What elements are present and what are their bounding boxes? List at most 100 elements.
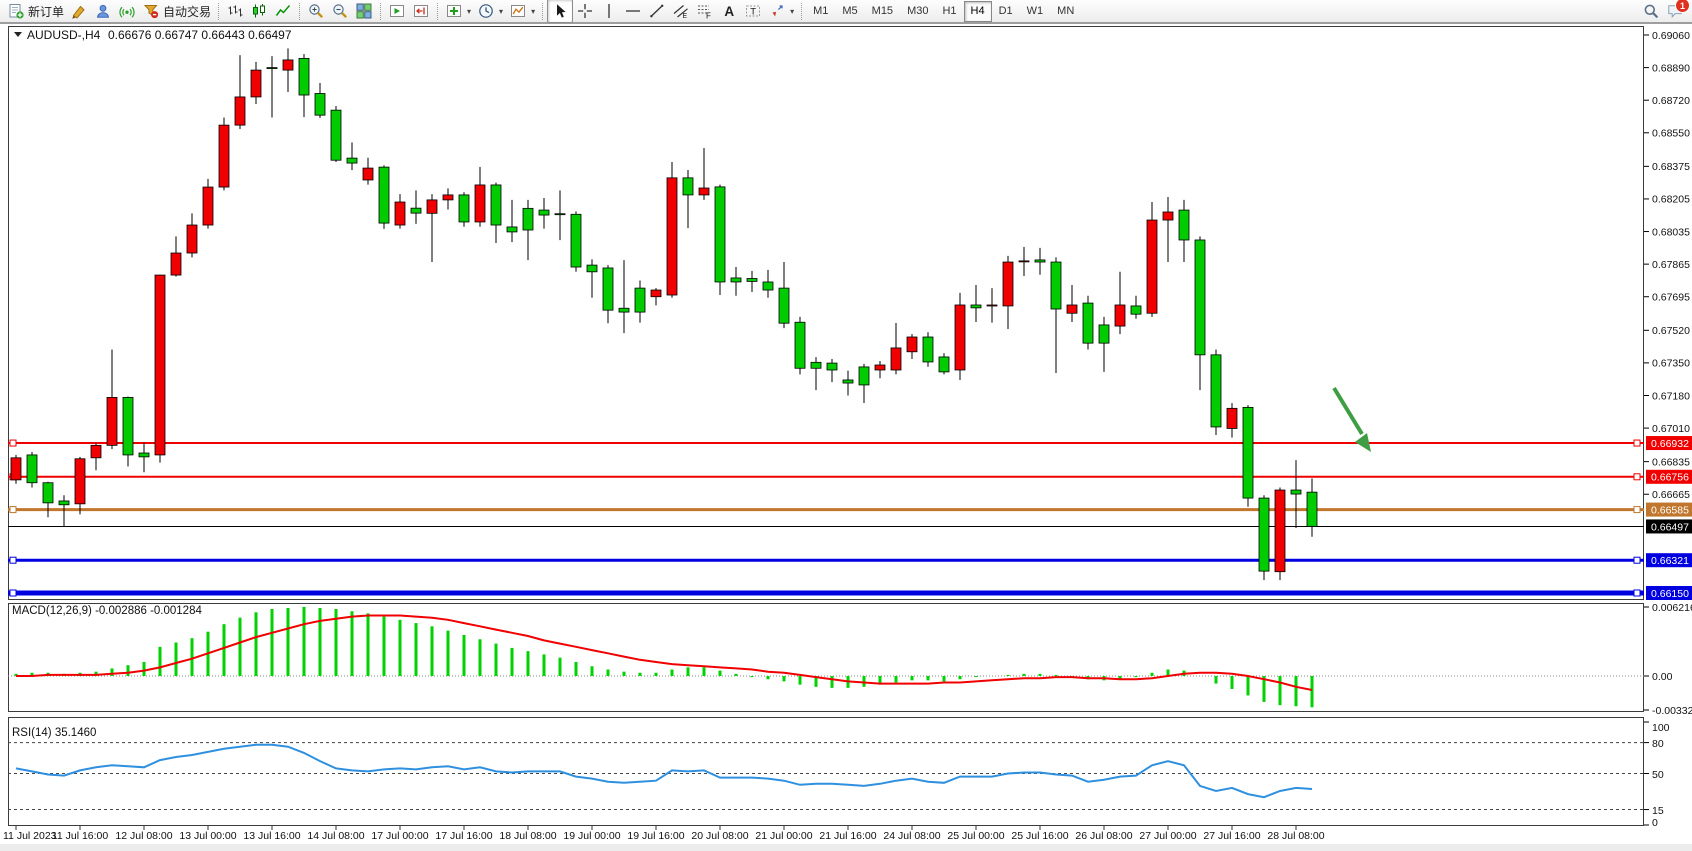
svg-text:A: A [724, 4, 734, 19]
candle [187, 225, 197, 253]
indicators-button[interactable]: ▾ [442, 0, 474, 22]
main-toolbar: 新订单 自动交易 ▾ ▾ ▾ E FAT ▾ M1M5M15M30H1H4D1W1MN 1 [0, 0, 1692, 23]
candle [795, 322, 805, 368]
price-tick-label: 0.67695 [1652, 292, 1690, 304]
vline-button[interactable] [597, 0, 621, 22]
hline-handle[interactable] [1634, 474, 1640, 480]
cursor-button[interactable] [547, 0, 573, 23]
candle [955, 305, 965, 370]
timeframe-h1-button[interactable]: H1 [935, 1, 963, 22]
zoom-out-button[interactable] [328, 0, 352, 22]
profile-button[interactable] [91, 0, 115, 22]
notification-badge[interactable]: 1 [1675, 0, 1690, 13]
bar-chart-button[interactable] [223, 0, 247, 22]
timeframe-m1-button[interactable]: M1 [806, 1, 835, 22]
price-badge-0.66150: 0.66150 [1646, 586, 1692, 600]
panel-frame [9, 604, 1644, 712]
periods-dropdown-arrow[interactable]: ▾ [499, 7, 503, 16]
candle [747, 279, 757, 282]
candle [555, 214, 565, 215]
hline-handle[interactable] [10, 440, 16, 446]
candle [1211, 355, 1221, 427]
templates-button[interactable]: ▾ [506, 0, 538, 22]
candle [1003, 262, 1013, 306]
time-tick-label: 13 Jul 16:00 [243, 830, 300, 842]
hline-handle[interactable] [10, 590, 16, 596]
hline-handle[interactable] [1634, 590, 1640, 596]
fibonacci-icon: F [696, 2, 714, 20]
price-badge-label: 0.66497 [1651, 521, 1689, 533]
styles-brush-icon [70, 2, 88, 20]
hline-button[interactable] [621, 0, 645, 22]
arrows-icon [768, 2, 786, 20]
vline-icon [600, 2, 618, 20]
candle [1051, 262, 1061, 309]
time-tick-label: 13 Jul 00:00 [179, 830, 236, 842]
channel-button[interactable]: E [669, 0, 693, 22]
timeframe-mn-button[interactable]: MN [1050, 1, 1081, 22]
timeframe-m5-button[interactable]: M5 [835, 1, 864, 22]
autotrade-button[interactable]: 自动交易 [139, 0, 214, 22]
arrows-button[interactable]: ▾ [765, 0, 797, 22]
signals-button[interactable] [115, 0, 139, 22]
label-button[interactable]: T [741, 0, 765, 22]
new-order-icon [7, 2, 25, 20]
arrows-dropdown-arrow[interactable]: ▾ [790, 7, 794, 16]
zoom-out-icon [331, 2, 349, 20]
hline-handle[interactable] [10, 507, 16, 513]
time-tick-label: 27 Jul 00:00 [1139, 830, 1196, 842]
ohlc-values: 0.66676 0.66747 0.66443 0.66497 [108, 28, 292, 42]
indicators-dropdown-arrow[interactable]: ▾ [467, 7, 471, 16]
line-chart-button[interactable] [271, 0, 295, 22]
tile-windows-button[interactable] [352, 0, 376, 22]
candle [75, 459, 85, 504]
candle [1115, 305, 1125, 326]
candle [459, 195, 469, 222]
time-tick-label: 17 Jul 00:00 [371, 830, 428, 842]
timeframe-h4-button[interactable]: H4 [964, 1, 992, 22]
label-icon: T [744, 2, 762, 20]
crosshair-button[interactable] [573, 0, 597, 22]
candle [731, 278, 741, 282]
macd-axis-label: 0.00 [1652, 671, 1673, 683]
svg-text:E: E [683, 13, 688, 19]
periods-button[interactable]: ▾ [474, 0, 506, 22]
candle [923, 337, 933, 362]
price-tick-label: 0.68375 [1652, 161, 1690, 173]
chart-shift-button[interactable] [409, 0, 433, 22]
templates-dropdown-arrow[interactable]: ▾ [531, 7, 535, 16]
timeframe-m30-button[interactable]: M30 [900, 1, 935, 22]
timeframe-d1-button[interactable]: D1 [992, 1, 1020, 22]
styles-brush-button[interactable] [67, 0, 91, 22]
price-tick-label: 0.66835 [1652, 456, 1690, 468]
timeframe-m15-button[interactable]: M15 [865, 1, 900, 22]
hline-handle[interactable] [10, 557, 16, 563]
search-icon[interactable] [1642, 2, 1660, 20]
candle-chart-button[interactable] [247, 0, 271, 22]
price-tick-label: 0.67180 [1652, 390, 1690, 402]
trendline-button[interactable] [645, 0, 669, 22]
timeframe-w1-button[interactable]: W1 [1020, 1, 1051, 22]
candle [203, 187, 213, 225]
hline-handle[interactable] [1634, 557, 1640, 563]
candle [27, 455, 37, 483]
crosshair-icon [576, 2, 594, 20]
zoom-in-button[interactable] [304, 0, 328, 22]
hline-handle[interactable] [1634, 507, 1640, 513]
candle [299, 58, 309, 95]
price-tick-label: 0.68205 [1652, 194, 1690, 206]
hline-handle[interactable] [1634, 440, 1640, 446]
auto-scroll-button[interactable] [385, 0, 409, 22]
candle [443, 195, 453, 200]
fibonacci-button[interactable]: F [693, 0, 717, 22]
hline-0.66150[interactable] [8, 590, 1644, 596]
new-order-button[interactable]: 新订单 [4, 0, 67, 22]
candle [1163, 212, 1173, 220]
candle [379, 167, 389, 223]
trendline-icon [648, 2, 666, 20]
chat-button[interactable]: 1 [1666, 2, 1684, 20]
text-button[interactable]: A [717, 0, 741, 22]
price-badge-0.66497: 0.66497 [1646, 519, 1692, 533]
price-tick-label: 0.68890 [1652, 62, 1690, 74]
candle [411, 208, 421, 213]
